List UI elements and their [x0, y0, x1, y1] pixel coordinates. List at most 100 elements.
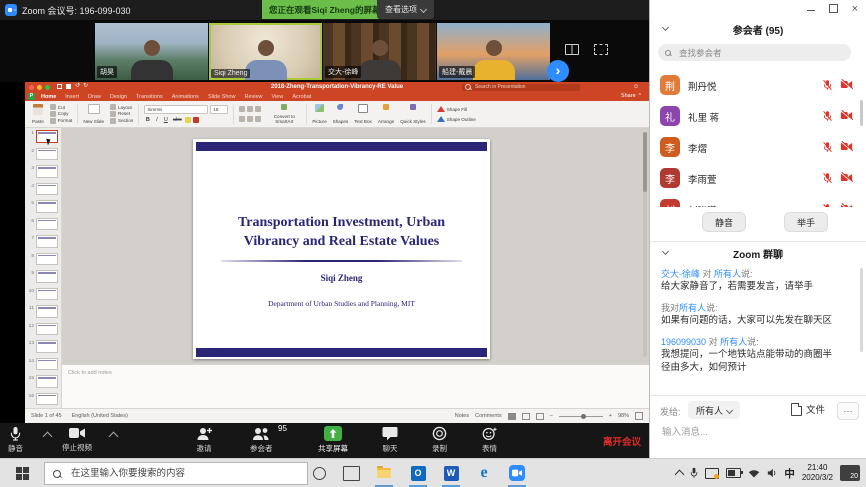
- panel-mute-button[interactable]: 静音: [702, 212, 746, 232]
- notification-center-icon[interactable]: 20: [840, 465, 860, 481]
- mute-options-caret[interactable]: [43, 432, 53, 442]
- tab-slideshow[interactable]: Slide Show: [208, 94, 236, 100]
- collapse-participants-icon[interactable]: [662, 24, 669, 31]
- notes-toggle[interactable]: Notes: [455, 413, 469, 419]
- font-size-select[interactable]: 18: [210, 105, 228, 114]
- slide-thumb-5[interactable]: 5: [25, 198, 61, 216]
- zoom-percent[interactable]: 98%: [618, 413, 629, 419]
- slide-thumb-14[interactable]: 14: [25, 356, 61, 374]
- participant-search-box[interactable]: [658, 44, 851, 61]
- word-button[interactable]: W: [436, 459, 466, 487]
- screen-share-indicator-icon[interactable]: [705, 468, 719, 479]
- slide-sorter-icon[interactable]: [522, 413, 530, 420]
- zoom-slider[interactable]: [559, 416, 603, 417]
- participant-row[interactable]: 李 李雨萱: [650, 163, 866, 194]
- taskbar-search-box[interactable]: [44, 462, 308, 485]
- language-indicator[interactable]: English (United States): [72, 413, 128, 419]
- tab-view[interactable]: View: [272, 94, 284, 100]
- chat-scrollbar[interactable]: [860, 268, 863, 352]
- edge-button[interactable]: e: [469, 459, 499, 487]
- minimize-window-button[interactable]: [807, 10, 815, 11]
- tab-home[interactable]: Home: [41, 94, 56, 100]
- slide-thumb-11[interactable]: 11: [25, 303, 61, 321]
- quick-styles-button[interactable]: Quick Styles: [397, 103, 429, 125]
- bold-button[interactable]: B: [144, 117, 151, 123]
- chat-message-input[interactable]: [660, 426, 854, 439]
- font-color-icon[interactable]: [193, 117, 199, 123]
- participant-row[interactable]: 礼 礼里 蒋: [650, 101, 866, 132]
- slide-thumb-9[interactable]: 9: [25, 268, 61, 286]
- raise-hand-button[interactable]: 举手: [784, 212, 828, 232]
- indent-icon[interactable]: [255, 106, 261, 112]
- align-left-icon[interactable]: [239, 116, 245, 122]
- tray-mic-icon[interactable]: [690, 467, 698, 479]
- slide-thumb-12[interactable]: 12: [25, 321, 61, 339]
- leave-meeting-button[interactable]: 离开会议: [603, 434, 641, 448]
- highlight-color-icon[interactable]: [185, 117, 191, 123]
- hidden-icons-chevron[interactable]: [676, 468, 683, 478]
- convert-smartart-button[interactable]: Convert to SmartArt: [264, 103, 304, 125]
- slide-thumb-4[interactable]: 4: [25, 181, 61, 199]
- record-button[interactable]: 录制: [432, 426, 447, 454]
- slide-thumb-16[interactable]: 16: [25, 391, 61, 409]
- comments-toggle[interactable]: Comments: [475, 413, 502, 419]
- slideshow-icon[interactable]: [536, 413, 544, 420]
- video-thumbnail[interactable]: 船建-戴晨: [437, 23, 550, 80]
- tab-review[interactable]: Review: [244, 94, 262, 100]
- participants-scrollbar[interactable]: [860, 100, 863, 126]
- ppt-share-button[interactable]: Share ^: [621, 93, 641, 99]
- task-view-button[interactable]: [336, 459, 366, 487]
- outlook-button[interactable]: O: [403, 459, 433, 487]
- slide-thumb-3[interactable]: 3: [25, 163, 61, 181]
- strikethrough-button[interactable]: abc: [171, 117, 183, 123]
- view-options-button[interactable]: 查看选项: [377, 0, 434, 19]
- new-slide-button[interactable]: New Slide: [80, 103, 107, 125]
- numbered-list-icon[interactable]: [247, 106, 253, 112]
- chat-more-button[interactable]: ···: [837, 402, 859, 420]
- slide-thumb-8[interactable]: 8: [25, 251, 61, 269]
- zoom-out-button[interactable]: –: [550, 413, 553, 419]
- arrange-button[interactable]: Arrange: [375, 103, 397, 125]
- align-right-icon[interactable]: [255, 116, 261, 122]
- format-painter-button[interactable]: Format: [50, 118, 73, 124]
- clock[interactable]: 21:402020/3/2: [802, 463, 833, 483]
- maximize-window-button[interactable]: [829, 4, 838, 13]
- file-explorer-button[interactable]: [369, 459, 399, 487]
- ppt-search-box[interactable]: [462, 84, 580, 91]
- start-button[interactable]: [0, 459, 44, 487]
- recipient-selector[interactable]: 所有人: [688, 401, 740, 419]
- chat-button[interactable]: 聊天: [382, 426, 398, 454]
- slide-thumb-10[interactable]: 10: [25, 286, 61, 304]
- participants-button[interactable]: 95 参会者: [250, 426, 273, 454]
- cortana-button[interactable]: [304, 459, 334, 487]
- collapse-chat-icon[interactable]: [662, 248, 669, 255]
- shapes-button[interactable]: Shapes: [330, 103, 352, 125]
- zoom-app-button[interactable]: [502, 459, 532, 487]
- participant-search-input[interactable]: [677, 47, 844, 59]
- participant-row[interactable]: 刘 刘晓曦: [650, 194, 866, 207]
- slide-thumb-15[interactable]: 15: [25, 373, 61, 391]
- current-slide[interactable]: Transportation Investment, UrbanVibrancy…: [193, 139, 490, 359]
- tab-animations[interactable]: Animations: [172, 94, 199, 100]
- taskbar-search-input[interactable]: [69, 467, 299, 480]
- tab-design[interactable]: Design: [110, 94, 127, 100]
- section-button[interactable]: Section: [110, 118, 133, 124]
- battery-icon[interactable]: [726, 468, 741, 478]
- slide-thumb-1[interactable]: 1: [25, 128, 61, 146]
- share-screen-button[interactable]: 共享屏幕: [318, 426, 348, 454]
- tab-draw[interactable]: Draw: [88, 94, 101, 100]
- shape-fill-button[interactable]: Shape Fill: [437, 106, 476, 112]
- paste-button[interactable]: Paste: [29, 103, 47, 125]
- feedback-smiley-icon[interactable]: ☺: [633, 84, 639, 90]
- video-thumbnail-active-speaker[interactable]: Siqi Zheng: [209, 23, 322, 80]
- slide-thumb-7[interactable]: 7: [25, 233, 61, 251]
- tab-transitions[interactable]: Transitions: [136, 94, 163, 100]
- volume-icon[interactable]: [767, 468, 777, 478]
- wifi-icon[interactable]: [748, 469, 760, 478]
- video-options-caret[interactable]: [109, 432, 119, 442]
- slide-scrollbar[interactable]: [643, 132, 647, 357]
- ime-language-indicator[interactable]: 中: [784, 466, 795, 481]
- bullet-list-icon[interactable]: [239, 106, 245, 112]
- fit-slide-icon[interactable]: [635, 412, 643, 420]
- slide-thumb-13[interactable]: 13: [25, 338, 61, 356]
